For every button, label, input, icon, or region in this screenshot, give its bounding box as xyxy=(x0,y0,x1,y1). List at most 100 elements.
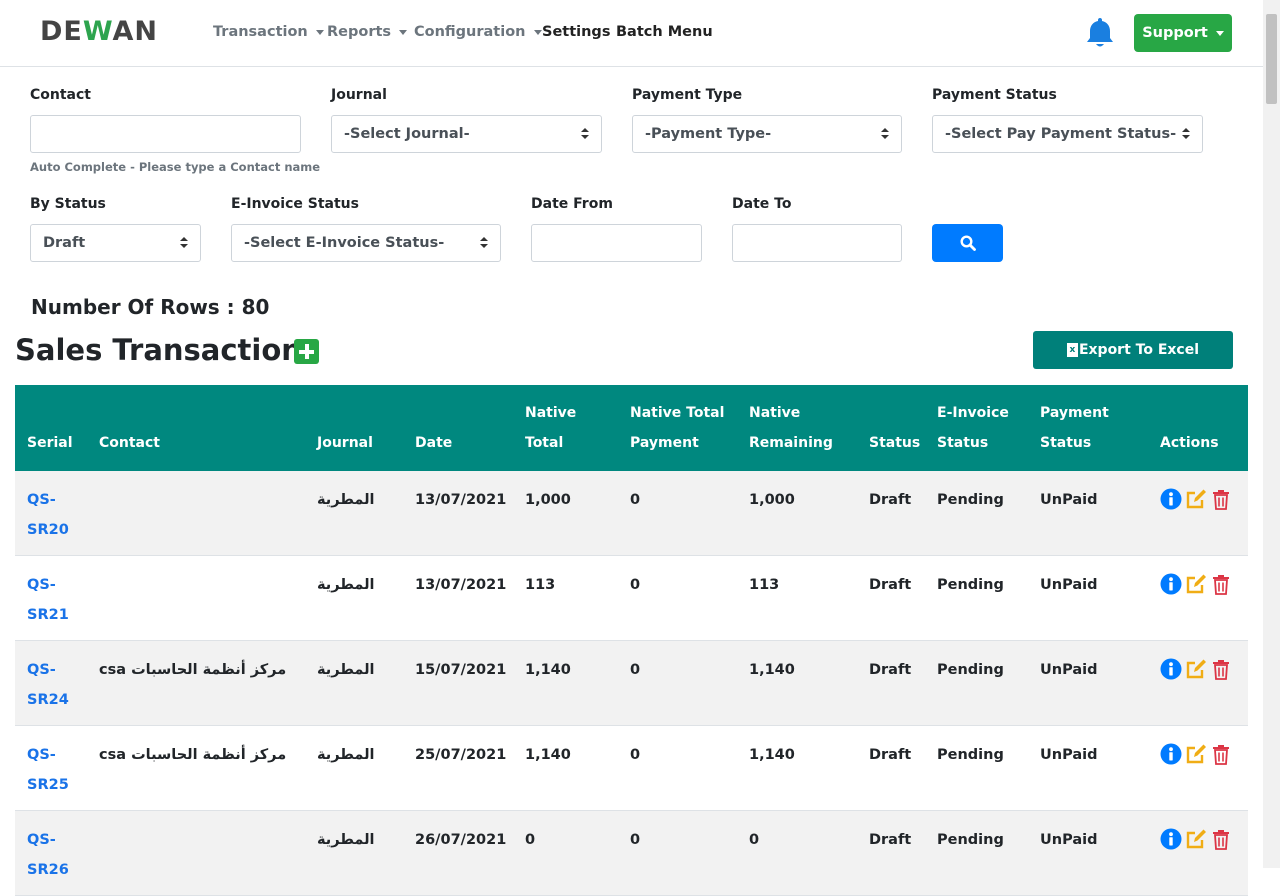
native-remaining-cell: 0 xyxy=(749,832,760,848)
row-actions xyxy=(1160,658,1232,680)
header-native-total[interactable]: Native Total xyxy=(525,398,595,458)
contact-hint: Auto Complete - Please type a Contact na… xyxy=(30,160,321,174)
native-total-payment-cell: 0 xyxy=(630,832,641,848)
top-navbar: DEWAN Transaction Reports Configuration … xyxy=(0,0,1263,67)
info-circle-icon[interactable] xyxy=(1160,658,1182,680)
table-row: QS-SR25 csa مركز أنظمة الحاسبات المطرية … xyxy=(15,726,1248,811)
export-to-excel-button[interactable]: x Export To Excel xyxy=(1033,331,1233,369)
payment-status-label: Payment Status xyxy=(932,87,1057,103)
header-native-total-payment[interactable]: Native Total Payment xyxy=(630,398,730,458)
journal-cell: المطرية xyxy=(317,492,375,508)
support-label: Support xyxy=(1142,25,1208,41)
edit-icon[interactable] xyxy=(1185,573,1207,595)
contact-cell: csa مركز أنظمة الحاسبات xyxy=(99,747,287,763)
journal-cell: المطرية xyxy=(317,577,375,593)
status-cell: Draft xyxy=(869,747,912,763)
header-contact[interactable]: Contact xyxy=(99,428,160,458)
contact-input[interactable] xyxy=(30,115,301,153)
serial-link[interactable]: QS-SR25 xyxy=(27,740,77,800)
dewan-logo[interactable]: DEWAN xyxy=(40,16,158,47)
trash-icon[interactable] xyxy=(1210,743,1232,765)
trash-icon[interactable] xyxy=(1210,658,1232,680)
date-to-label: Date To xyxy=(732,196,792,212)
plus-square-icon[interactable] xyxy=(294,339,319,364)
nav-transaction-dropdown[interactable]: Transaction xyxy=(213,24,324,40)
date-from-input[interactable] xyxy=(531,224,702,262)
bell-icon[interactable] xyxy=(1085,16,1115,50)
payment-status-cell: UnPaid xyxy=(1040,747,1098,763)
native-total-cell: 1,140 xyxy=(525,747,571,763)
payment-status-cell: UnPaid xyxy=(1040,577,1098,593)
native-total-cell: 1,140 xyxy=(525,662,571,678)
scrollbar-thumb[interactable] xyxy=(1266,14,1277,104)
header-date[interactable]: Date xyxy=(415,428,452,458)
info-circle-icon[interactable] xyxy=(1160,743,1182,765)
serial-link[interactable]: QS-SR20 xyxy=(27,485,77,545)
trash-icon[interactable] xyxy=(1210,488,1232,510)
header-serial[interactable]: Serial xyxy=(27,428,73,458)
info-circle-icon[interactable] xyxy=(1160,828,1182,850)
row-actions xyxy=(1160,488,1232,510)
table-row: QS-SR21 المطرية 13/07/2021 113 0 113 Dra… xyxy=(15,556,1248,641)
page-scrollbar[interactable] xyxy=(1263,0,1280,868)
native-remaining-cell: 1,140 xyxy=(749,747,795,763)
native-total-payment-cell: 0 xyxy=(630,492,641,508)
table-header: Serial Contact Journal Date Native Total… xyxy=(15,385,1248,471)
serial-link[interactable]: QS-SR21 xyxy=(27,570,77,630)
native-remaining-cell: 1,000 xyxy=(749,492,795,508)
nav-configuration-dropdown[interactable]: Configuration xyxy=(414,24,542,40)
journal-select-value: -Select Journal- xyxy=(344,126,470,142)
native-remaining-cell: 113 xyxy=(749,577,780,593)
einvoice-status-cell: Pending xyxy=(937,832,1004,848)
trash-icon[interactable] xyxy=(1210,573,1232,595)
einvoice-status-select-value: -Select E-Invoice Status- xyxy=(244,235,445,251)
nav-reports-label: Reports xyxy=(327,24,392,40)
nav-reports-dropdown[interactable]: Reports xyxy=(327,24,408,40)
date-cell: 25/07/2021 xyxy=(415,747,507,763)
header-einvoice-status[interactable]: E-Invoice Status xyxy=(937,398,1017,458)
header-status[interactable]: Status xyxy=(869,428,920,458)
journal-cell: المطرية xyxy=(317,747,375,763)
einvoice-status-cell: Pending xyxy=(937,747,1004,763)
payment-status-select[interactable]: -Select Pay Payment Status- xyxy=(932,115,1203,153)
edit-icon[interactable] xyxy=(1185,828,1207,850)
date-from-label: Date From xyxy=(531,196,613,212)
payment-type-select[interactable]: -Payment Type- xyxy=(632,115,902,153)
date-to-input[interactable] xyxy=(732,224,902,262)
nav-batch-menu-link[interactable]: Batch Menu xyxy=(616,24,713,40)
contact-cell: csa مركز أنظمة الحاسبات xyxy=(99,662,287,678)
table-row: QS-SR26 المطرية 26/07/2021 0 0 0 Draft P… xyxy=(15,811,1248,896)
native-total-cell: 113 xyxy=(525,577,556,593)
nav-settings-link[interactable]: Settings xyxy=(542,24,610,40)
edit-icon[interactable] xyxy=(1185,658,1207,680)
table-row: QS-SR20 المطرية 13/07/2021 1,000 0 1,000… xyxy=(15,471,1248,556)
payment-type-label: Payment Type xyxy=(632,87,743,103)
payment-status-cell: UnPaid xyxy=(1040,662,1098,678)
edit-icon[interactable] xyxy=(1185,488,1207,510)
trash-icon[interactable] xyxy=(1210,828,1232,850)
header-native-remaining[interactable]: Native Remaining xyxy=(749,398,839,458)
einvoice-status-cell: Pending xyxy=(937,662,1004,678)
journal-select[interactable]: -Select Journal- xyxy=(331,115,602,153)
einvoice-status-label: E-Invoice Status xyxy=(231,196,359,212)
date-cell: 13/07/2021 xyxy=(415,492,507,508)
einvoice-status-select[interactable]: -Select E-Invoice Status- xyxy=(231,224,501,262)
status-cell: Draft xyxy=(869,662,912,678)
payment-status-cell: UnPaid xyxy=(1040,832,1098,848)
serial-link[interactable]: QS-SR24 xyxy=(27,655,77,715)
support-dropdown-button[interactable]: Support xyxy=(1134,14,1232,52)
status-cell: Draft xyxy=(869,832,912,848)
edit-icon[interactable] xyxy=(1185,743,1207,765)
contact-label: Contact xyxy=(30,87,91,103)
info-circle-icon[interactable] xyxy=(1160,573,1182,595)
search-button[interactable] xyxy=(932,224,1003,262)
header-payment-status[interactable]: Payment Status xyxy=(1040,398,1110,458)
excel-icon: x xyxy=(1066,343,1078,357)
date-cell: 26/07/2021 xyxy=(415,832,507,848)
serial-link[interactable]: QS-SR26 xyxy=(27,825,77,885)
header-journal[interactable]: Journal xyxy=(317,428,373,458)
native-total-payment-cell: 0 xyxy=(630,747,641,763)
by-status-select-value: Draft xyxy=(43,235,86,251)
info-circle-icon[interactable] xyxy=(1160,488,1182,510)
by-status-select[interactable]: Draft xyxy=(30,224,201,262)
